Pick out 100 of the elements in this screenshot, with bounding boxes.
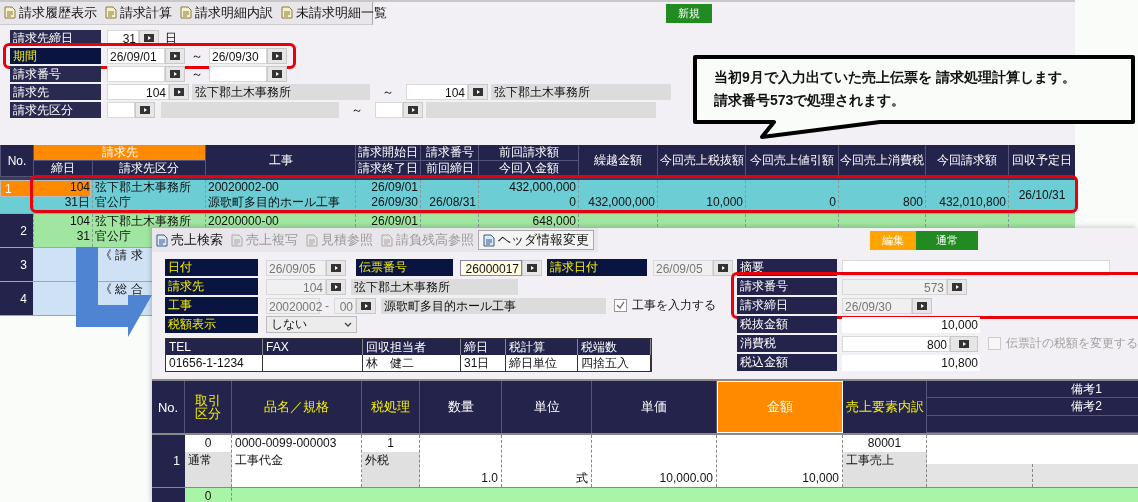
- client-code-field[interactable]: 104: [266, 278, 326, 295]
- toolbar-button[interactable]: 売上検索: [152, 231, 227, 249]
- table-cell: 10,000.00: [659, 471, 713, 485]
- chevron-icon: [408, 106, 418, 114]
- column-header[interactable]: 売上要素内訳: [843, 381, 927, 433]
- lookup-button[interactable]: [356, 297, 376, 314]
- lookup-button[interactable]: [135, 102, 155, 118]
- column-header[interactable]: 品名／規格: [232, 381, 362, 433]
- row-number: 3: [0, 248, 33, 281]
- table-cell: 四捨五入: [578, 355, 651, 371]
- document-icon: [105, 6, 117, 19]
- checkbox-label: 伝票計の税額を変更する: [1006, 335, 1138, 352]
- chevron-icon: [144, 34, 154, 42]
- input-field[interactable]: [107, 66, 165, 82]
- field-label: 税抜金額: [737, 316, 837, 333]
- lookup-button[interactable]: [912, 297, 932, 314]
- input-field[interactable]: 26/09/30: [209, 48, 267, 64]
- table-cell: 官公庁: [95, 195, 131, 209]
- input-field[interactable]: [375, 102, 403, 118]
- column-header: No.: [152, 381, 185, 433]
- column-header: 今回売上税抜額: [657, 145, 745, 177]
- column-header: 請求番号: [420, 145, 478, 161]
- name-display: 弦下郡土木事務所: [192, 84, 370, 100]
- lookup-button[interactable]: [267, 66, 287, 82]
- input-field[interactable]: [107, 102, 135, 118]
- mode-indicator: 通常: [916, 230, 978, 250]
- lookup-button[interactable]: [950, 335, 978, 352]
- input-field[interactable]: 104: [107, 84, 169, 100]
- table-cell: 0: [829, 195, 836, 209]
- lookup-button[interactable]: [165, 66, 185, 82]
- table-cell: 26/10/31: [1018, 188, 1066, 202]
- chevron-icon: [170, 52, 180, 60]
- date-field[interactable]: 26/09/05: [266, 259, 326, 276]
- table-cell: 0000-0099-000003: [235, 436, 337, 450]
- column-header: 回収担当者: [363, 339, 461, 355]
- table-cell: 締日単位: [506, 355, 578, 371]
- table-cell: 432,010,800: [939, 195, 1006, 209]
- column-header[interactable]: 数量: [420, 381, 502, 433]
- column-header[interactable]: 単位: [502, 381, 592, 433]
- column-header: 前回締日: [420, 161, 478, 177]
- lookup-button[interactable]: [468, 84, 488, 100]
- checkbox[interactable]: [614, 299, 627, 312]
- new-button[interactable]: 新規: [666, 3, 712, 23]
- table-cell: 外税: [365, 453, 389, 467]
- input-field[interactable]: 104: [406, 84, 468, 100]
- toolbar-button[interactable]: 未請求明細一覧: [277, 1, 391, 24]
- project-code-field[interactable]: 20020002: [266, 297, 320, 314]
- table-cell: 1.0: [481, 471, 498, 485]
- input-field[interactable]: 26/09/30: [842, 297, 912, 314]
- slip-number-field[interactable]: 26000017: [460, 259, 522, 276]
- column-header[interactable]: 税処理: [362, 381, 420, 433]
- table-cell: 800: [902, 195, 923, 209]
- row-number: 1: [152, 435, 185, 487]
- column-header: 繰越金額: [578, 145, 657, 177]
- range-separator: ～: [191, 47, 203, 65]
- toolbar-button[interactable]: ヘッダ情報変更: [478, 230, 594, 250]
- lookup-button[interactable]: [326, 278, 346, 295]
- lookup-button[interactable]: [169, 84, 189, 100]
- lookup-button[interactable]: [326, 259, 346, 276]
- field-label: 請求締日: [737, 297, 837, 314]
- column-header: 請求終了日: [355, 161, 420, 177]
- document-icon: [180, 6, 192, 19]
- table-cell: 26/09/01: [371, 214, 418, 228]
- column-header[interactable]: 取引区分: [185, 381, 232, 433]
- tax-display-dropdown[interactable]: しない: [266, 316, 357, 333]
- lookup-button[interactable]: [713, 259, 733, 276]
- column-header: 税計算: [506, 339, 578, 355]
- callout-text: 当初9月で入力出ていた売上伝票を 請求処理計算します。 請求番号573で処理されます。: [714, 68, 1076, 110]
- column-header: 請求開始日: [355, 145, 420, 161]
- field-label: 日付: [165, 259, 258, 276]
- table-cell: 0: [204, 436, 212, 450]
- grid-row[interactable]: 0: [152, 488, 1138, 502]
- toolbar-button[interactable]: 請求計算: [101, 1, 176, 24]
- input-field[interactable]: 573: [842, 278, 947, 295]
- chevron-icon: [952, 282, 962, 291]
- date-field[interactable]: 26/09/05: [653, 259, 713, 276]
- document-icon: [156, 233, 168, 247]
- range-separator: ～: [382, 83, 394, 101]
- grid-row[interactable]: 1 0 通常 0000-0099-000003 工事代金 1 外税 1.0 式 10,000.00 10,000 80001 工事売上: [152, 435, 1138, 488]
- chevron-icon: [527, 263, 537, 272]
- column-header: 今回請求額: [925, 145, 1008, 177]
- column-header: 備考2: [1071, 399, 1102, 414]
- column-header: 税端数: [578, 339, 651, 355]
- table-cell: 104: [69, 214, 90, 228]
- lookup-button[interactable]: [403, 102, 423, 118]
- table-cell: 31: [76, 229, 90, 243]
- lookup-button[interactable]: [165, 48, 185, 64]
- lookup-button[interactable]: [267, 48, 287, 64]
- amount-field[interactable]: 800: [842, 335, 950, 352]
- field-label: 伝票番号: [356, 259, 453, 276]
- lookup-button[interactable]: [522, 259, 542, 276]
- summary-label: 《 総 合: [100, 282, 143, 296]
- toolbar-button[interactable]: 請求明細内訳: [176, 1, 277, 24]
- checkbox[interactable]: [988, 337, 1001, 350]
- input-field[interactable]: [209, 66, 267, 82]
- input-field[interactable]: 26/09/01: [107, 48, 165, 64]
- lookup-button[interactable]: [947, 278, 967, 295]
- toolbar-button[interactable]: 請求履歴表示: [0, 1, 101, 24]
- branch-field[interactable]: 00: [334, 297, 356, 314]
- table-cell: 104: [69, 180, 90, 194]
